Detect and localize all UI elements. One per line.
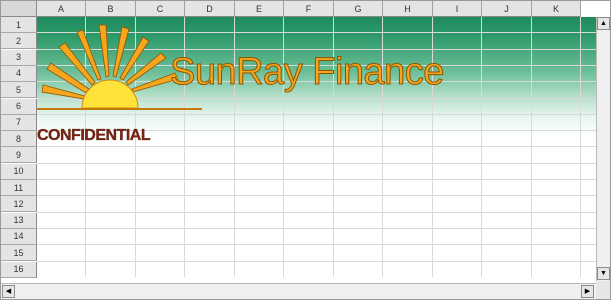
scrollbar-corner	[596, 281, 610, 299]
row-gridline	[37, 244, 596, 246]
row-header[interactable]: 11	[1, 180, 37, 196]
column-header[interactable]: J	[482, 1, 532, 17]
row-header[interactable]: 3	[1, 49, 37, 66]
column-header[interactable]: G	[334, 1, 383, 17]
row-gridline	[37, 162, 596, 164]
row-header[interactable]: 2	[1, 33, 37, 50]
column-header[interactable]: H	[383, 1, 433, 17]
row-gridline	[37, 227, 596, 229]
row-header[interactable]: 5	[1, 82, 37, 99]
confidential-label: CONFIDENTIAL	[37, 127, 151, 144]
row-header[interactable]: 14	[1, 228, 37, 245]
row-header[interactable]: 4	[1, 65, 37, 82]
row-header[interactable]: 15	[1, 245, 37, 262]
vertical-scrollbar[interactable]: ▲ ▼	[596, 17, 610, 281]
select-all-corner[interactable]	[1, 1, 37, 17]
company-name: SunRay Finance	[170, 51, 445, 93]
scroll-down-icon: ▼	[600, 270, 607, 277]
row-header[interactable]: 8	[1, 131, 37, 148]
column-header[interactable]: K	[532, 1, 581, 17]
column-header[interactable]: F	[284, 1, 334, 17]
row-header[interactable]: 1	[1, 17, 37, 33]
scroll-left-button[interactable]: ◀	[2, 285, 15, 298]
scroll-down-button[interactable]: ▼	[597, 267, 610, 280]
horizontal-scrollbar[interactable]: ◀ ▶	[1, 283, 596, 299]
column-header[interactable]: A	[37, 1, 86, 17]
row-header[interactable]: 10	[1, 163, 37, 180]
scroll-left-icon: ◀	[5, 288, 12, 295]
row-header[interactable]: 6	[1, 98, 37, 115]
row-header[interactable]: 9	[1, 147, 37, 164]
column-header[interactable]: E	[235, 1, 284, 17]
spreadsheet-window: ABCDEFGHIJK 1 2 3 4 5 6 7 8 9 10 11 12 13 14 15 16 SunR…	[0, 0, 611, 300]
column-header[interactable]: D	[185, 1, 235, 17]
row-gridline	[37, 195, 596, 197]
scroll-right-button[interactable]: ▶	[581, 285, 594, 298]
cell-grid[interactable]: SunRay Finance CONFIDENTIAL	[37, 17, 596, 277]
row-gridline	[37, 211, 596, 213]
scroll-up-button[interactable]: ▲	[597, 17, 610, 30]
row-gridline	[37, 260, 596, 262]
row-header[interactable]: 13	[1, 212, 37, 229]
row-header[interactable]: 7	[1, 114, 37, 131]
column-header[interactable]: C	[136, 1, 185, 17]
row-header[interactable]: 16	[1, 261, 37, 278]
column-header[interactable]: I	[433, 1, 482, 17]
row-gridline	[37, 146, 596, 148]
column-header[interactable]: B	[86, 1, 136, 17]
row-header[interactable]: 12	[1, 196, 37, 213]
row-gridline	[37, 179, 596, 180]
scroll-up-icon: ▲	[600, 20, 607, 27]
scroll-right-icon: ▶	[584, 288, 591, 295]
